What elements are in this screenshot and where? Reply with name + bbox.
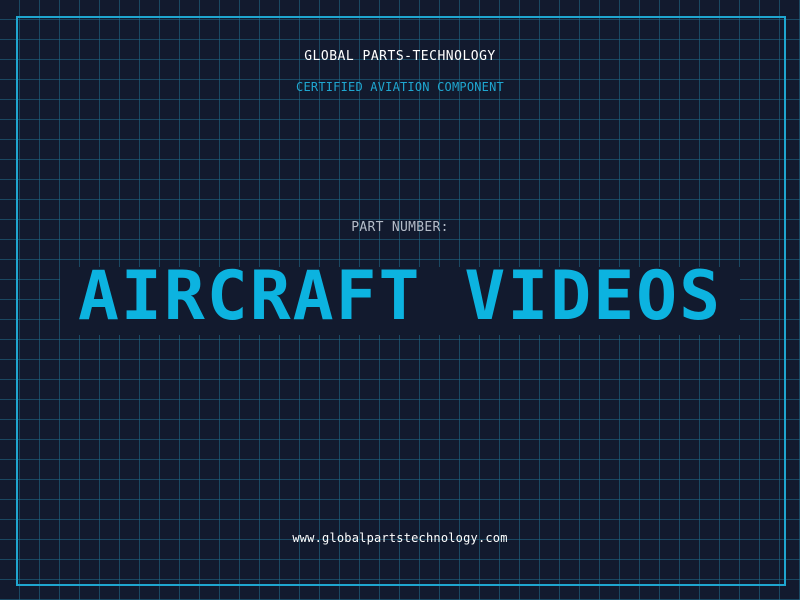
part-number-value: AIRCRAFT VIDEOS	[77, 257, 723, 336]
certification-subtitle: CERTIFIED AVIATION COMPONENT	[296, 80, 504, 94]
brand-title: GLOBAL PARTS-TECHNOLOGY	[304, 49, 496, 64]
website-link[interactable]: www.globalpartstechnology.com	[0, 531, 800, 545]
part-number-panel: AIRCRAFT VIDEOS	[60, 257, 740, 336]
part-number-label: PART NUMBER:	[351, 220, 449, 235]
